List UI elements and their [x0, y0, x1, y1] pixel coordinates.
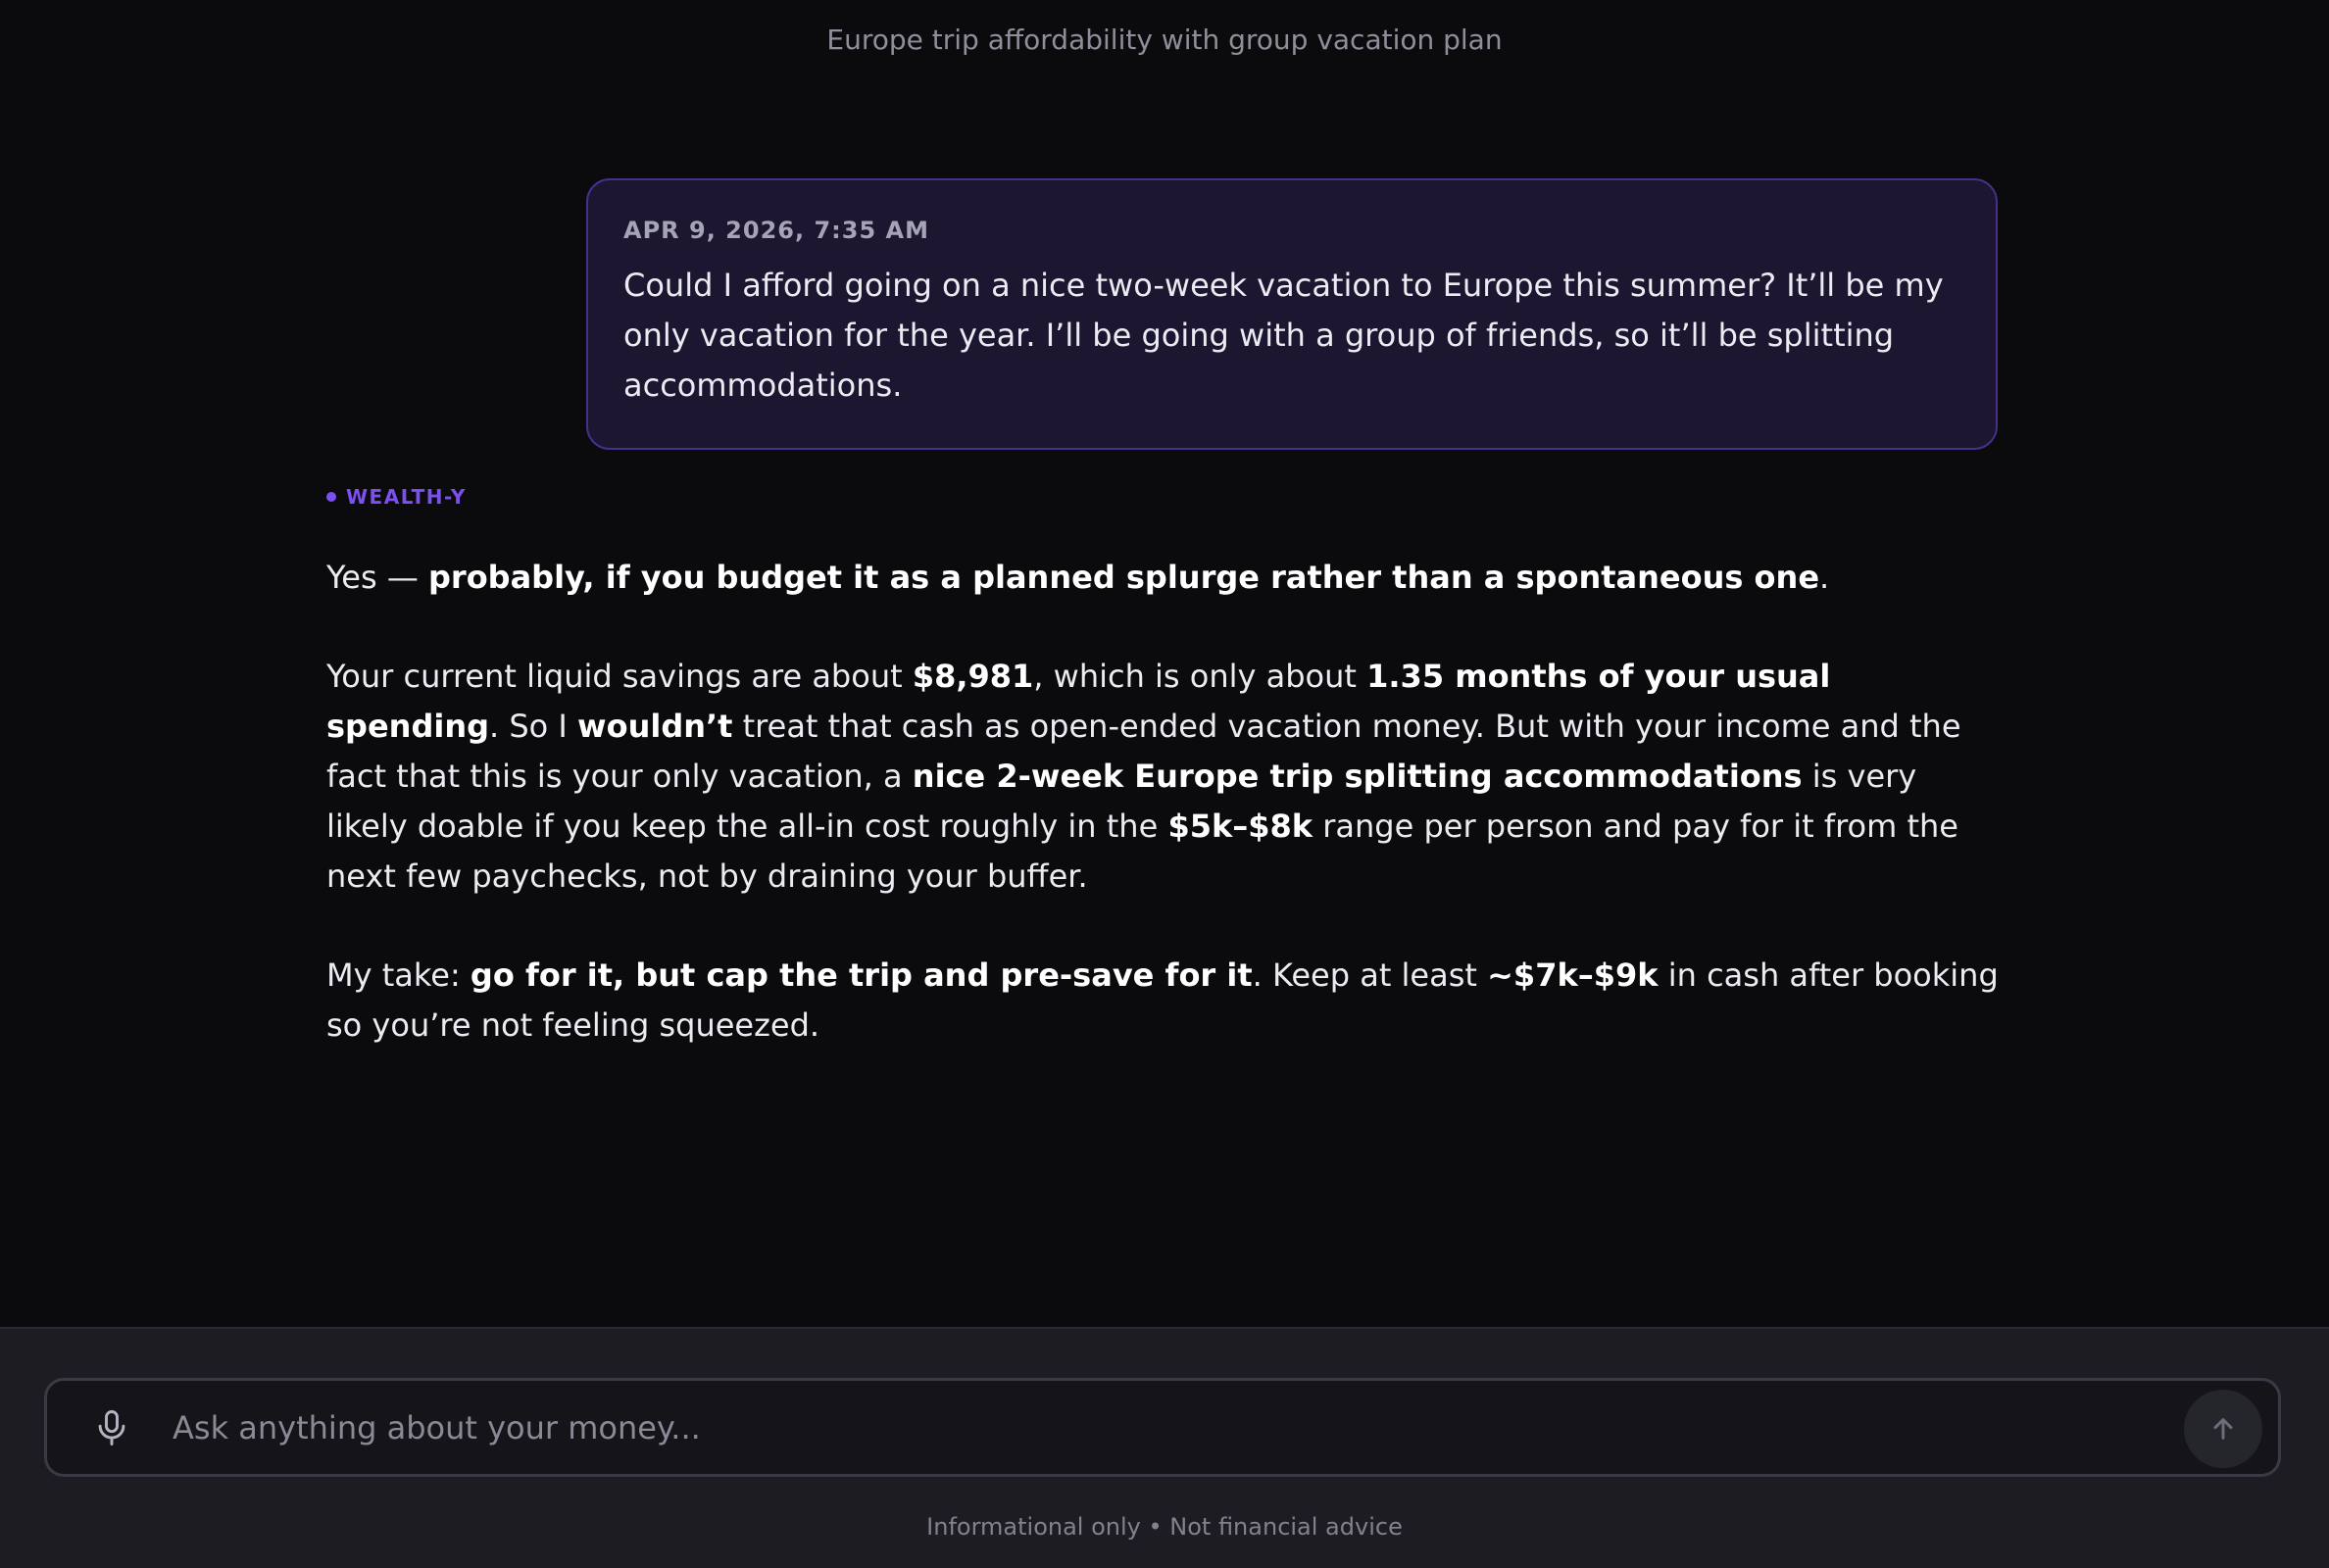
text-run: .: [1819, 559, 1830, 596]
bold-run: probably, if you budget it as a planned …: [428, 559, 1820, 596]
text-run: . Keep at least: [1252, 956, 1488, 994]
message-composer: [44, 1378, 2281, 1477]
assistant-message: WEALTH-Y Yes — probably, if you budget i…: [326, 480, 2003, 1051]
send-button[interactable]: [2184, 1390, 2262, 1468]
chat-page: Europe trip affordability with group vac…: [0, 0, 2329, 1568]
assistant-paragraph-3: My take: go for it, but cap the trip and…: [326, 951, 2003, 1051]
status-dot-icon: [326, 492, 336, 502]
bold-run: wouldn’t: [577, 708, 733, 745]
disclaimer-text: Informational only • Not financial advic…: [926, 1513, 1403, 1541]
text-run: Your current liquid savings are about: [326, 658, 913, 695]
assistant-name: WEALTH-Y: [346, 485, 467, 509]
arrow-up-icon: [2213, 1418, 2233, 1440]
text-run: , which is only about: [1033, 658, 1367, 695]
assistant-paragraph-2: Your current liquid savings are about $8…: [326, 652, 2003, 902]
bold-run: $8,981: [912, 658, 1034, 695]
composer-area: Informational only • Not financial advic…: [0, 1327, 2329, 1568]
assistant-label: WEALTH-Y: [326, 480, 2003, 514]
text-run: . So I: [489, 708, 578, 745]
assistant-paragraph-1: Yes — probably, if you budget it as a pl…: [326, 553, 2003, 603]
user-message-bubble: APR 9, 2026, 7:35 AM Could I afford goin…: [586, 178, 1998, 450]
conversation-title: Europe trip affordability with group vac…: [826, 24, 1503, 56]
text-run: Yes —: [326, 559, 428, 596]
bold-run: $5k–$8k: [1167, 808, 1313, 845]
text-run: My take:: [326, 956, 471, 994]
message-input[interactable]: [173, 1400, 2133, 1455]
user-message-text: Could I afford going on a nice two-week …: [623, 267, 1944, 404]
bold-run: ~$7k–$9k: [1487, 956, 1659, 994]
bold-run: go for it, but cap the trip and pre-save…: [470, 956, 1253, 994]
microphone-icon[interactable]: [90, 1406, 133, 1449]
bold-run: nice 2-week Europe trip splitting accomm…: [912, 758, 1803, 795]
message-timestamp: APR 9, 2026, 7:35 AM: [623, 217, 929, 244]
